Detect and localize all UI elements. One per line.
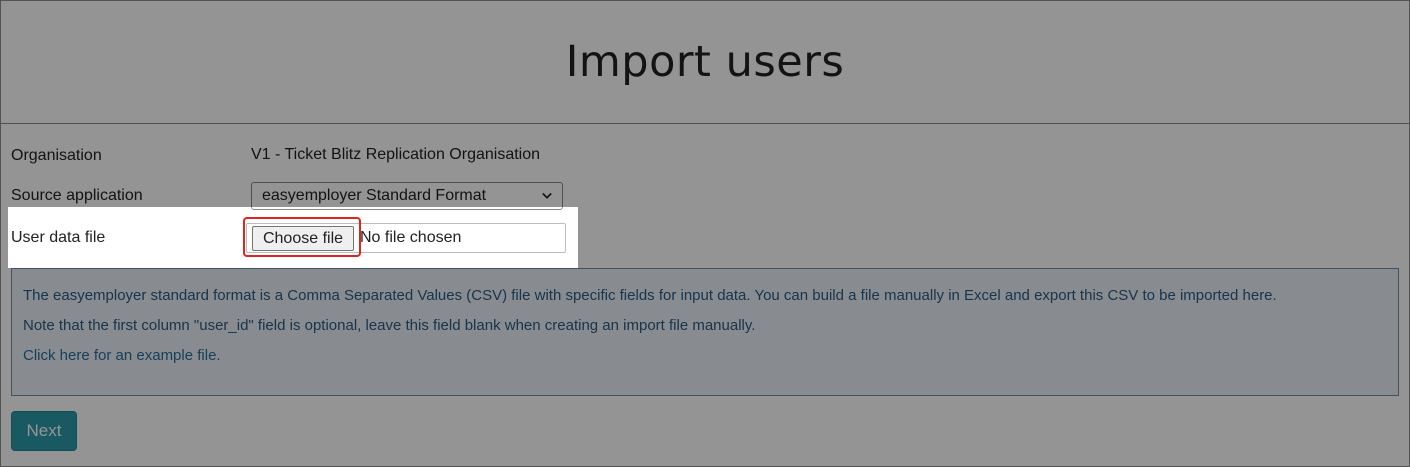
format-info-box: The easyemployer standard format is a Co… [11, 268, 1399, 396]
no-file-chosen-text: No file chosen [360, 229, 462, 246]
info-line-2: Note that the first column "user_id" fie… [23, 317, 756, 334]
page-title: Import users [565, 37, 845, 87]
import-users-page: Import users Organisation V1 - Ticket Bl… [0, 0, 1410, 467]
choose-file-button[interactable]: Choose file [252, 226, 354, 251]
user-data-file-label: User data file [11, 229, 106, 246]
example-file-link[interactable]: Click here for an example file. [23, 347, 221, 364]
source-application-label: Source application [11, 187, 143, 204]
info-line-1: The easyemployer standard format is a Co… [23, 287, 1277, 304]
source-application-select[interactable]: easyemployer Standard Format [251, 182, 563, 210]
organisation-value: V1 - Ticket Blitz Replication Organisati… [251, 146, 541, 163]
organisation-label: Organisation [11, 147, 102, 164]
page-header: Import users [1, 1, 1409, 124]
source-application-selected: easyemployer Standard Format [262, 187, 487, 204]
next-button[interactable]: Next [11, 411, 77, 451]
chevron-down-icon [542, 191, 552, 201]
